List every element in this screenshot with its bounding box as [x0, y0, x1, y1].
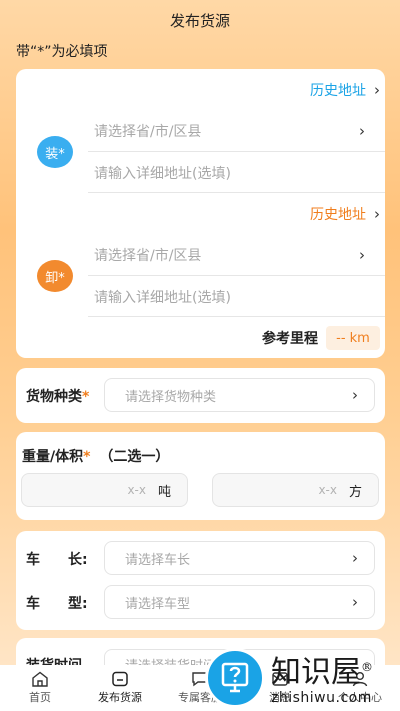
load-region-select[interactable]: 请选择省/市/区县 ›	[88, 110, 385, 151]
watermark-main-text: 知识屋®	[271, 650, 373, 690]
tab-label: 发布货源	[98, 691, 142, 704]
vehicle-length-label: 车 长:	[26, 552, 88, 568]
top-bar: 发布货源	[0, 0, 400, 40]
volume-unit: 方	[348, 484, 362, 500]
weight-volume-label-text: 重量/体积	[22, 449, 84, 465]
chevron-right-icon: ›	[359, 245, 365, 264]
volume-placeholder: x-x	[318, 483, 337, 497]
weight-unit: 吨	[157, 484, 171, 500]
goods-type-select[interactable]: 请选择货物种类 ›	[104, 378, 375, 412]
unload-badge: 卸*	[37, 260, 73, 292]
vehicle-type-placeholder: 请选择车型	[125, 596, 191, 612]
registered-mark: ®	[361, 660, 373, 674]
required-star: *	[82, 389, 90, 405]
watermark-text: 知识屋® zhishiwu.com	[271, 650, 373, 707]
load-detail-placeholder: 请输入详细地址(选填)	[94, 165, 231, 182]
vehicle-length-select[interactable]: 请选择车长 ›	[104, 541, 375, 575]
chevron-right-icon: ›	[374, 205, 380, 223]
vehicle-type-select[interactable]: 请选择车型 ›	[104, 585, 375, 619]
reference-mileage: 参考里程 -- km	[262, 326, 380, 350]
required-note: 带“*”为必填项	[16, 44, 108, 60]
mileage-value: -- km	[326, 326, 380, 350]
divider	[88, 316, 385, 317]
chevron-right-icon: ›	[352, 549, 358, 567]
choose-one-hint: （二选一）	[99, 449, 170, 465]
unload-region-select[interactable]: 请选择省/市/区县 ›	[88, 234, 385, 275]
goods-type-label: 货物种类*	[26, 386, 89, 406]
question-monitor-icon	[205, 648, 265, 708]
load-detail-address-input[interactable]: 请输入详细地址(选填)	[88, 152, 385, 193]
unload-region-placeholder: 请选择省/市/区县	[94, 247, 202, 264]
watermark-logo: 知识屋® zhishiwu.com	[205, 645, 400, 711]
chevron-right-icon: ›	[374, 81, 380, 99]
watermark-url: zhishiwu.com	[271, 690, 372, 706]
load-region-placeholder: 请选择省/市/区县	[94, 123, 202, 140]
vehicle-type-label: 车 型:	[26, 596, 88, 612]
weight-input[interactable]: x-x 吨	[21, 473, 188, 507]
tab-publish[interactable]: 发布货源	[80, 665, 160, 711]
required-star: *	[83, 449, 91, 465]
goods-type-placeholder: 请选择货物种类	[125, 389, 217, 405]
tab-home[interactable]: 首页	[0, 665, 80, 711]
page-title: 发布货源	[169, 11, 230, 30]
home-icon	[32, 671, 48, 687]
question-icon	[221, 662, 249, 693]
unload-detail-placeholder: 请输入详细地址(选填)	[94, 289, 231, 306]
chevron-right-icon: ›	[352, 386, 358, 404]
vehicle-length-placeholder: 请选择车长	[125, 552, 191, 568]
load-history-label: 历史地址	[310, 83, 366, 99]
load-badge: 装*	[37, 136, 73, 168]
chevron-right-icon: ›	[359, 121, 365, 140]
chevron-right-icon: ›	[352, 593, 358, 611]
unload-history-label: 历史地址	[310, 207, 366, 223]
goods-type-label-text: 货物种类	[26, 389, 82, 405]
unload-detail-address-input[interactable]: 请输入详细地址(选填)	[88, 276, 385, 317]
volume-input[interactable]: x-x 方	[212, 473, 379, 507]
unload-history-address-link[interactable]: 历史地址 ›	[310, 204, 380, 224]
divider	[88, 192, 385, 193]
watermark-main-label: 知识屋	[271, 655, 361, 690]
publish-icon	[112, 671, 128, 687]
weight-volume-label: 重量/体积* （二选一）	[22, 446, 169, 466]
mileage-label: 参考里程	[262, 331, 318, 347]
weight-placeholder: x-x	[127, 483, 146, 497]
tab-label: 首页	[29, 691, 51, 704]
load-history-address-link[interactable]: 历史地址 ›	[310, 80, 380, 100]
